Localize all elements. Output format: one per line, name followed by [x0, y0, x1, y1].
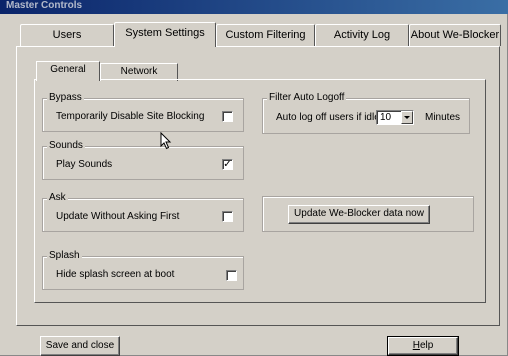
sounds-checkbox[interactable]: ✓ [222, 159, 233, 170]
splash-checkbox[interactable] [226, 270, 237, 281]
tab-activity-log[interactable]: Activity Log [315, 24, 409, 46]
sounds-label: Play Sounds [56, 159, 113, 170]
mouse-pointer-icon [160, 132, 172, 150]
filter-logoff-legend: Filter Auto Logoff [267, 92, 347, 104]
bypass-label: Temporarily Disable Site Blocking [56, 111, 205, 122]
help-button[interactable]: Help [387, 336, 459, 356]
sounds-legend: Sounds [47, 140, 85, 152]
tab-custom-filtering[interactable]: Custom Filtering [216, 24, 315, 46]
splash-label: Hide splash screen at boot [56, 269, 175, 280]
idle-label: Auto log off users if idle [276, 112, 380, 123]
ask-checkbox[interactable] [222, 211, 233, 222]
tab-about[interactable]: About We-Blocker [409, 24, 501, 46]
tab-system-settings[interactable]: System Settings [114, 22, 216, 47]
idle-minutes-value: 10 [380, 112, 392, 123]
master-controls-window: Master Controls Users System Settings Cu… [0, 0, 508, 356]
bypass-legend: Bypass [47, 92, 84, 104]
save-close-button[interactable]: Save and close [40, 336, 120, 356]
title-bar: Master Controls [0, 0, 508, 14]
splash-legend: Splash [47, 250, 82, 262]
bypass-checkbox[interactable] [222, 111, 233, 122]
chevron-down-icon[interactable] [401, 111, 413, 124]
tab-users[interactable]: Users [20, 24, 114, 46]
minutes-label: Minutes [425, 112, 461, 123]
window-title: Master Controls [6, 0, 83, 11]
tab-general[interactable]: General [36, 61, 100, 81]
idle-minutes-select[interactable]: 10 [376, 110, 414, 125]
ask-label: Update Without Asking First [56, 211, 180, 222]
update-data-button[interactable]: Update We-Blocker data now [288, 205, 430, 224]
ask-legend: Ask [47, 192, 68, 204]
